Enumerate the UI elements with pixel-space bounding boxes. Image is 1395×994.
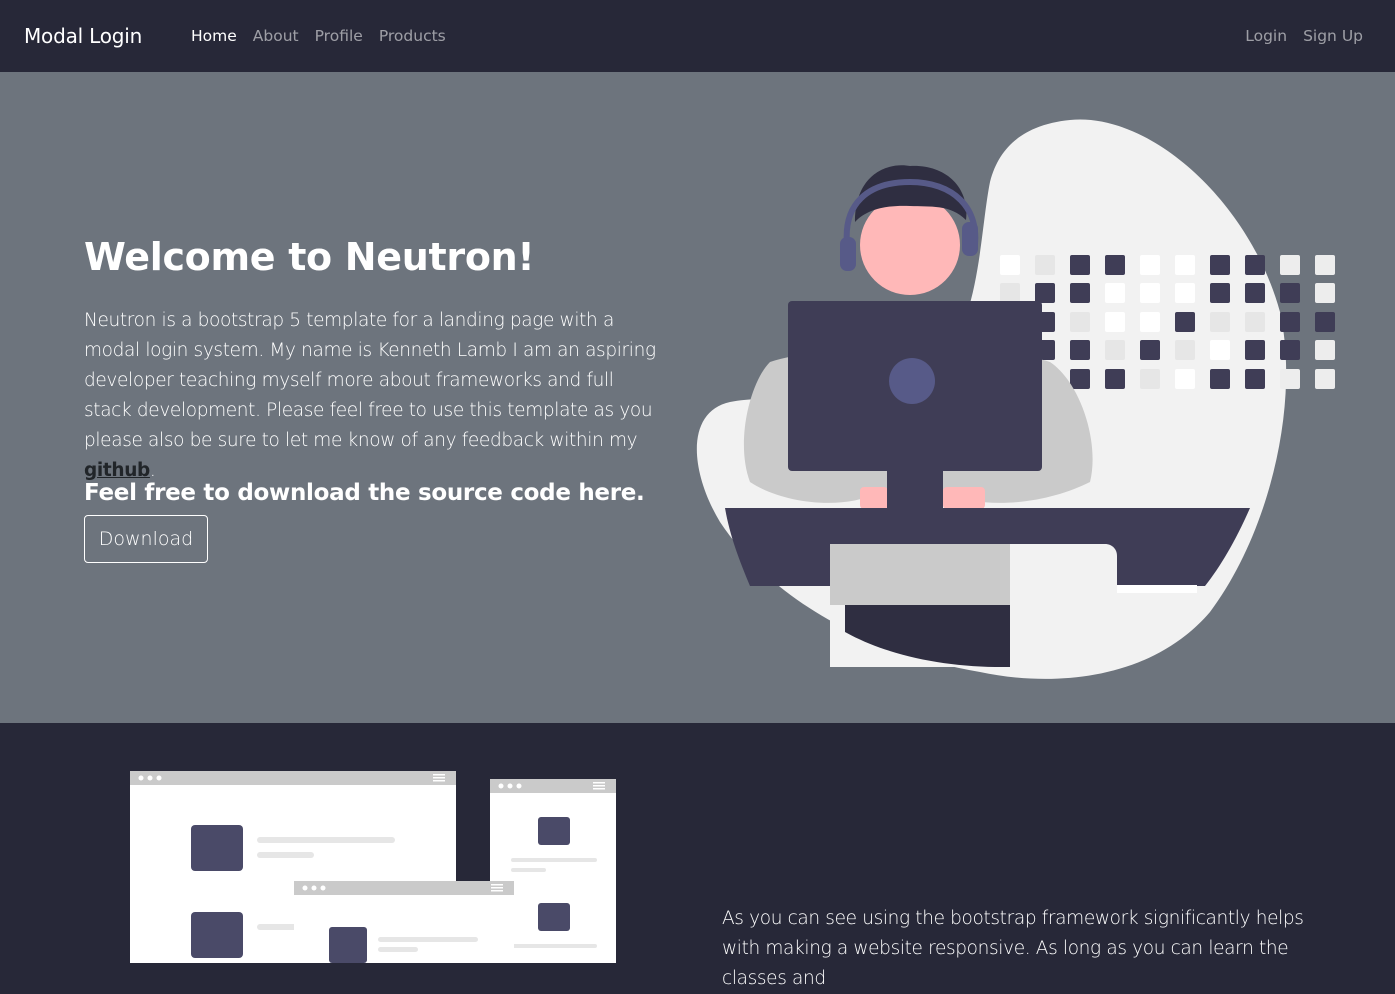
nav-profile[interactable]: Profile (315, 27, 363, 45)
hero-description-end: . (149, 460, 156, 481)
download-heading: Feel free to download the source code he… (84, 480, 645, 506)
signup-link[interactable]: Sign Up (1303, 27, 1363, 45)
hero-section: Welcome to Neutron! Neutron is a bootstr… (0, 72, 1395, 723)
tablet-window-graphic (294, 881, 514, 963)
nav-links: Home About Profile Products (191, 27, 446, 45)
developer-illustration (696, 119, 1335, 679)
github-link[interactable]: github (84, 460, 150, 481)
nav-about[interactable]: About (253, 27, 299, 45)
nav-products[interactable]: Products (379, 27, 446, 45)
nav-home[interactable]: Home (191, 27, 237, 45)
hero-title: Welcome to Neutron! (84, 235, 535, 279)
login-link[interactable]: Login (1245, 27, 1287, 45)
auth-links: Login Sign Up (1245, 27, 1363, 45)
brand-link[interactable]: Modal Login (24, 24, 142, 48)
responsive-windows-illustration (130, 771, 616, 963)
hero-description-text: Neutron is a bootstrap 5 template for a … (84, 310, 656, 451)
navbar: Modal Login Home About Profile Products … (0, 0, 1395, 72)
download-button[interactable]: Download (84, 515, 208, 563)
hero-description: Neutron is a bootstrap 5 template for a … (84, 306, 664, 486)
responsive-description: As you can see using the bootstrap frame… (722, 908, 1304, 989)
responsive-section: As you can see using the bootstrap frame… (0, 723, 1395, 989)
